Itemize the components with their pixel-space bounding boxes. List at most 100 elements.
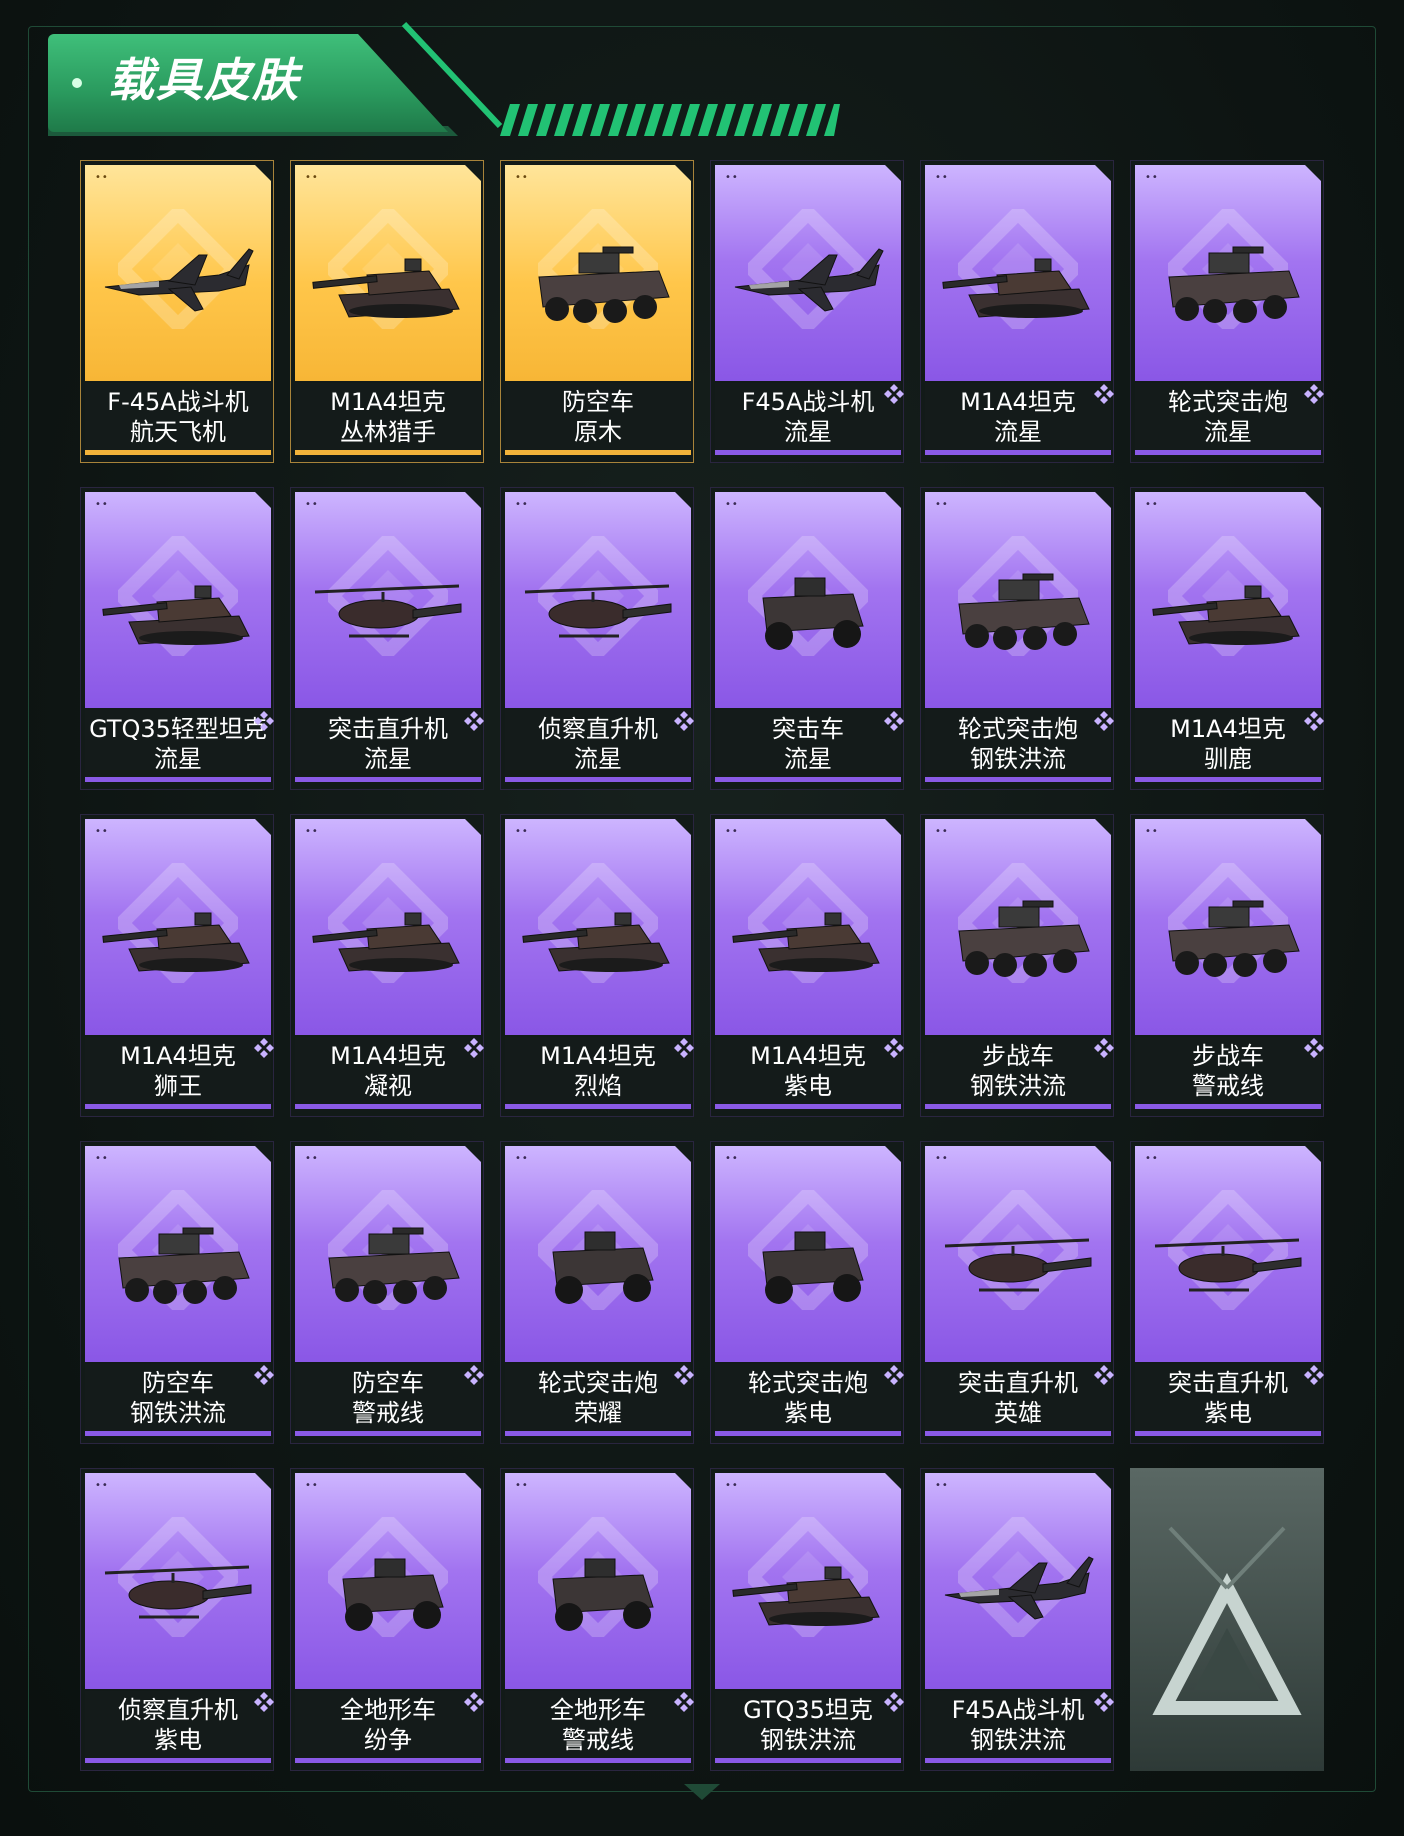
rarity-diamond-icon <box>464 711 484 731</box>
skin-card[interactable]: •• 突击车 流星 <box>710 487 904 790</box>
skin-name: 钢铁洪流 <box>970 1072 1066 1100</box>
card-image-area: •• <box>505 492 691 708</box>
skin-name: 流星 <box>994 418 1042 446</box>
tank-icon <box>312 258 460 318</box>
vehicle-name: 突击直升机 <box>958 1369 1078 1397</box>
skin-card[interactable]: •• 防空车 警戒线 <box>290 1141 484 1444</box>
vehicle-name: 轮式突击炮 <box>1168 388 1288 416</box>
card-image-area: •• <box>505 1146 691 1362</box>
vehicle-name: GTQ35轻型坦克 <box>89 715 267 743</box>
rarity-diamond-icon <box>1094 1692 1114 1712</box>
skin-card[interactable]: •• 轮式突击炮 紫电 <box>710 1141 904 1444</box>
card-corner-dots: •• <box>1145 1153 1159 1164</box>
skin-card[interactable]: •• M1A4坦克 烈焰 <box>500 814 694 1117</box>
card-corner-dots: •• <box>935 499 949 510</box>
skin-name: 钢铁洪流 <box>970 1726 1066 1754</box>
vehicle-name: 轮式突击炮 <box>538 1369 658 1397</box>
skin-card[interactable]: •• M1A4坦克 流星 <box>920 160 1114 463</box>
card-label: M1A4坦克 狮王 <box>85 1037 271 1109</box>
card-image-area: •• <box>85 1473 271 1689</box>
vehicle-name: F-45A战斗机 <box>107 388 249 416</box>
skin-card[interactable]: •• 突击直升机 英雄 <box>920 1141 1114 1444</box>
card-label: 全地形车 纷争 <box>295 1691 481 1763</box>
card-image-area: •• <box>295 819 481 1035</box>
skin-card[interactable]: •• F45A战斗机 钢铁洪流 <box>920 1468 1114 1771</box>
skin-name: 流星 <box>364 745 412 773</box>
skin-card[interactable]: •• 侦察直升机 紫电 <box>80 1468 274 1771</box>
vehicle-name: M1A4坦克 <box>540 1042 656 1070</box>
skin-name: 钢铁洪流 <box>130 1399 226 1427</box>
skin-card[interactable]: •• M1A4坦克 驯鹿 <box>1130 487 1324 790</box>
skin-name: 流星 <box>1204 418 1252 446</box>
card-label: 突击车 流星 <box>715 710 901 782</box>
vehicle-name: 侦察直升机 <box>538 715 658 743</box>
card-label: 突击直升机 流星 <box>295 710 481 782</box>
skin-card[interactable]: •• 防空车 原木 <box>500 160 694 463</box>
skin-card[interactable]: •• 步战车 警戒线 <box>1130 814 1324 1117</box>
card-image-area: •• <box>715 492 901 708</box>
skin-card[interactable]: •• 轮式突击炮 荣耀 <box>500 1141 694 1444</box>
rarity-bar <box>505 1431 691 1436</box>
rarity-bar <box>1135 450 1321 455</box>
skin-card[interactable]: •• M1A4坦克 紫电 <box>710 814 904 1117</box>
card-image-area: •• <box>295 165 481 381</box>
skin-card[interactable]: •• 侦察直升机 流星 <box>500 487 694 790</box>
card-label: M1A4坦克 驯鹿 <box>1135 710 1321 782</box>
skin-card[interactable]: •• F-45A战斗机 航天飞机 <box>80 160 274 463</box>
rarity-diamond-icon <box>1304 711 1324 731</box>
card-label: M1A4坦克 丛林猎手 <box>295 383 481 455</box>
skin-card[interactable]: •• GTQ35坦克 钢铁洪流 <box>710 1468 904 1771</box>
skin-card[interactable]: •• F45A战斗机 流星 <box>710 160 904 463</box>
all-terrain-vehicle-icon <box>762 577 864 650</box>
card-image-area: •• <box>925 1473 1111 1689</box>
rarity-bar <box>85 1104 271 1109</box>
card-corner-dots: •• <box>515 172 529 183</box>
skin-name: 流星 <box>574 745 622 773</box>
card-corner-dots: •• <box>935 826 949 837</box>
all-terrain-vehicle-icon <box>342 1558 444 1631</box>
skin-card[interactable]: •• M1A4坦克 凝视 <box>290 814 484 1117</box>
card-label: 侦察直升机 流星 <box>505 710 691 782</box>
skin-card[interactable]: •• 轮式突击炮 流星 <box>1130 160 1324 463</box>
card-image-area: •• <box>505 1473 691 1689</box>
rarity-bar <box>715 450 901 455</box>
skin-card[interactable]: •• 防空车 钢铁洪流 <box>80 1141 274 1444</box>
skin-card[interactable]: •• 突击直升机 流星 <box>290 487 484 790</box>
skin-card[interactable]: •• GTQ35轻型坦克 流星 <box>80 487 274 790</box>
vehicle-name: 防空车 <box>142 1369 214 1397</box>
rarity-bar <box>715 1758 901 1763</box>
rarity-bar <box>85 1431 271 1436</box>
skin-card[interactable]: •• 突击直升机 紫电 <box>1130 1141 1324 1444</box>
skin-card[interactable]: •• 全地形车 纷争 <box>290 1468 484 1771</box>
card-label: 突击直升机 紫电 <box>1135 1364 1321 1436</box>
card-corner-dots: •• <box>515 1153 529 1164</box>
helicopter-icon <box>314 584 462 638</box>
skin-name: 钢铁洪流 <box>970 745 1066 773</box>
vehicle-name: M1A4坦克 <box>960 388 1076 416</box>
rarity-diamond-icon <box>464 1038 484 1058</box>
card-corner-dots: •• <box>935 1153 949 1164</box>
armored-vehicle-icon <box>118 1227 250 1304</box>
skin-card[interactable]: •• 步战车 钢铁洪流 <box>920 814 1114 1117</box>
vehicle-name: 侦察直升机 <box>118 1696 238 1724</box>
skin-card[interactable]: •• M1A4坦克 狮王 <box>80 814 274 1117</box>
rarity-bar <box>1135 1431 1321 1436</box>
helicopter-icon <box>524 584 672 638</box>
header-slash-decoration <box>401 21 503 129</box>
vehicle-name: 全地形车 <box>340 1696 436 1724</box>
skin-name: 流星 <box>784 418 832 446</box>
card-corner-dots: •• <box>305 1153 319 1164</box>
card-corner-dots: •• <box>95 172 109 183</box>
vehicle-name: 全地形车 <box>550 1696 646 1724</box>
card-image-area: •• <box>1135 165 1321 381</box>
vehicle-name: 突击车 <box>772 715 844 743</box>
card-corner-dots: •• <box>725 1153 739 1164</box>
skin-card[interactable]: •• 轮式突击炮 钢铁洪流 <box>920 487 1114 790</box>
rarity-diamond-icon <box>1094 1365 1114 1385</box>
skin-card[interactable]: •• 全地形车 警戒线 <box>500 1468 694 1771</box>
card-corner-dots: •• <box>725 826 739 837</box>
vehicle-name: GTQ35坦克 <box>743 1696 873 1724</box>
vehicle-name: 轮式突击炮 <box>958 715 1078 743</box>
skin-card[interactable]: •• M1A4坦克 丛林猎手 <box>290 160 484 463</box>
skin-name: 凝视 <box>364 1072 412 1100</box>
